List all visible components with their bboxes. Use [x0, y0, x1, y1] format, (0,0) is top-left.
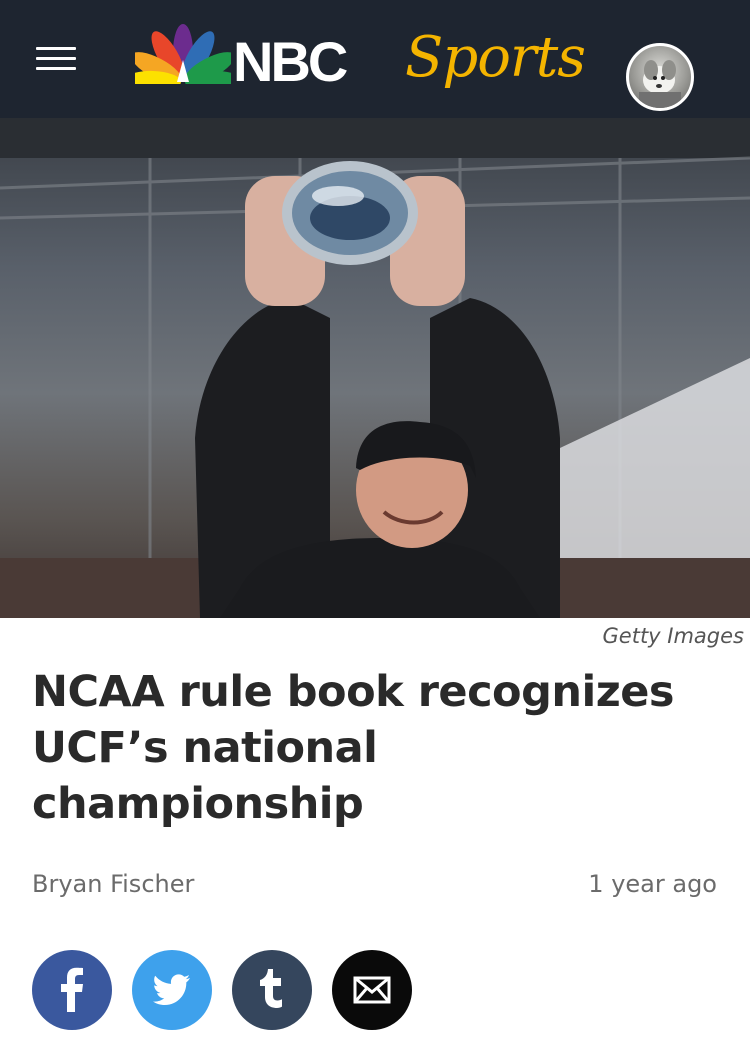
facebook-icon — [61, 967, 83, 1012]
share-tumblr-button[interactable] — [232, 950, 312, 1030]
twitter-icon — [152, 974, 190, 1005]
share-twitter-button[interactable] — [132, 950, 212, 1030]
top-navigation-bar: NBC Sports — [0, 0, 750, 118]
peacock-logo-icon — [135, 24, 231, 84]
hamburger-menu-icon[interactable] — [36, 44, 78, 74]
author-link[interactable]: Bryan Fischer — [32, 870, 194, 898]
share-facebook-button[interactable] — [32, 950, 112, 1030]
article-headline: NCAA rule book recognizes UCF’s national… — [32, 667, 675, 829]
nbc-sports-logo[interactable]: NBC Sports — [135, 20, 615, 100]
share-email-button[interactable] — [332, 950, 412, 1030]
article-hero-photo — [0, 118, 750, 618]
user-avatar-icon[interactable] — [626, 43, 694, 111]
logo-text-sports: Sports — [405, 25, 586, 90]
logo-text-nbc: NBC — [233, 30, 348, 93]
publish-time: 1 year ago — [588, 870, 717, 898]
email-icon — [353, 976, 391, 1004]
tumblr-icon — [260, 969, 282, 1008]
photo-credit: Getty Images — [602, 624, 744, 648]
